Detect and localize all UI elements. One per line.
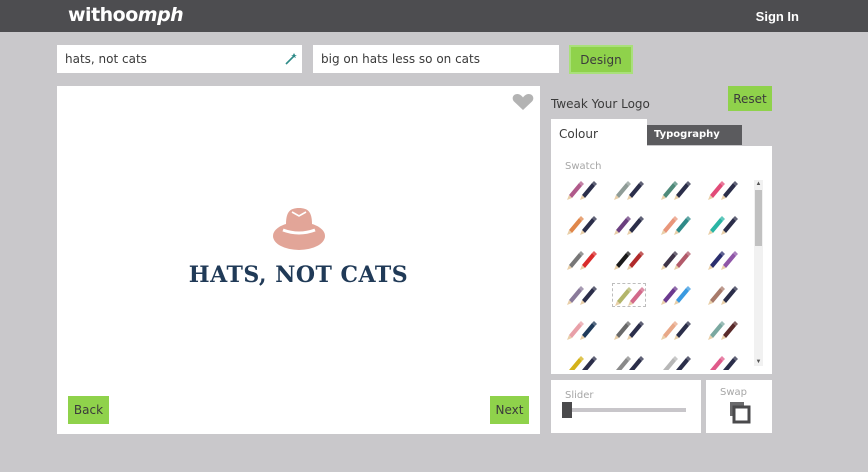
swatch-item[interactable]: [706, 318, 740, 342]
magic-wand-icon[interactable]: [284, 52, 298, 66]
swatch-item[interactable]: [612, 318, 646, 342]
design-button[interactable]: Design: [569, 45, 633, 74]
business-name-input[interactable]: hats, not cats: [57, 45, 302, 73]
swatch-item[interactable]: [612, 213, 646, 237]
slider-track[interactable]: [569, 408, 686, 412]
swap-label: Swap: [720, 387, 748, 398]
pencil-pair-icon: [708, 286, 738, 305]
swatch-item[interactable]: [612, 353, 646, 370]
brand-suffix: mph: [137, 4, 184, 26]
swatch-item[interactable]: [565, 178, 599, 202]
reset-button[interactable]: Reset: [728, 86, 772, 111]
swatch-item[interactable]: [659, 353, 693, 370]
pencil-pair-icon: [614, 321, 644, 340]
sign-in-link[interactable]: Sign In: [756, 9, 799, 24]
swatch-label: Swatch: [565, 161, 602, 172]
swatch-item[interactable]: [612, 248, 646, 272]
swatch-item[interactable]: [659, 318, 693, 342]
pencil-pair-icon: [567, 216, 597, 235]
pencil-pair-icon: [614, 251, 644, 270]
pencil-pair-icon: [661, 216, 691, 235]
swatch-item[interactable]: [565, 353, 599, 370]
swatch-scrollbar[interactable]: ▲ ▼: [754, 180, 763, 366]
swatch-item[interactable]: [706, 248, 740, 272]
swatch-item[interactable]: [706, 213, 740, 237]
pencil-pair-icon: [569, 356, 597, 370]
swatch-item[interactable]: [565, 318, 599, 342]
pencil-pair-icon: [661, 321, 691, 340]
scroll-down-arrow-icon[interactable]: ▼: [754, 358, 763, 366]
slider-box: Slider: [551, 380, 701, 433]
slider-label: Slider: [565, 390, 594, 401]
top-bar: withoomph Sign In: [0, 0, 868, 32]
pencil-pair-icon: [567, 181, 597, 200]
pencil-pair-icon: [708, 181, 738, 200]
pencil-pair-icon: [614, 181, 644, 200]
pencil-pair-icon: [567, 286, 597, 305]
pencil-pair-icon: [614, 216, 644, 235]
swatch-item[interactable]: [659, 213, 693, 237]
pencil-pair-icon: [708, 216, 738, 235]
slider-handle[interactable]: [562, 402, 572, 418]
swatch-grid: [561, 178, 751, 370]
swatch-item[interactable]: [706, 178, 740, 202]
next-button[interactable]: Next: [490, 396, 529, 424]
hat-icon: [273, 208, 325, 250]
pencil-pair-icon: [710, 356, 738, 370]
pencil-pair-icon: [708, 251, 738, 270]
logo-text: HATS, NOT CATS: [188, 262, 409, 288]
swap-box: Swap: [706, 380, 772, 433]
back-button[interactable]: Back: [68, 396, 109, 424]
logo-preview-canvas: HATS, NOT CATS Back Next: [57, 86, 540, 434]
swatch-item[interactable]: [659, 248, 693, 272]
swatch-item[interactable]: [565, 213, 599, 237]
pencil-pair-icon: [661, 251, 691, 270]
tab-colour[interactable]: Colour: [551, 119, 647, 147]
swatch-item[interactable]: [659, 283, 693, 307]
colour-panel: Swatch ▲ ▼: [551, 146, 772, 374]
pencil-pair-icon: [616, 356, 644, 370]
brand-prefix: withoo: [68, 4, 138, 26]
tab-typography[interactable]: Typography: [647, 125, 742, 145]
pencil-pair-icon: [615, 287, 645, 306]
pencil-pair-icon: [661, 286, 691, 305]
swatch-item[interactable]: [659, 178, 693, 202]
pencil-pair-icon: [661, 181, 691, 200]
swatch-item[interactable]: [565, 283, 599, 307]
scroll-thumb[interactable]: [755, 190, 762, 246]
tweak-title: Tweak Your Logo: [551, 97, 650, 111]
swap-icon[interactable]: [729, 401, 751, 424]
swatch-item[interactable]: [612, 283, 646, 307]
brand-logo[interactable]: withoomph: [68, 4, 184, 26]
scroll-up-arrow-icon[interactable]: ▲: [754, 180, 763, 188]
swatch-item[interactable]: [706, 283, 740, 307]
pencil-pair-icon: [567, 321, 597, 340]
pencil-pair-icon: [663, 356, 691, 370]
heart-icon[interactable]: [512, 93, 534, 111]
swatch-item[interactable]: [706, 353, 740, 370]
swatch-item[interactable]: [612, 178, 646, 202]
tagline-input[interactable]: big on hats less so on cats: [313, 45, 559, 73]
pencil-pair-icon: [567, 251, 597, 270]
pencil-pair-icon: [708, 321, 738, 340]
swatch-item[interactable]: [565, 248, 599, 272]
